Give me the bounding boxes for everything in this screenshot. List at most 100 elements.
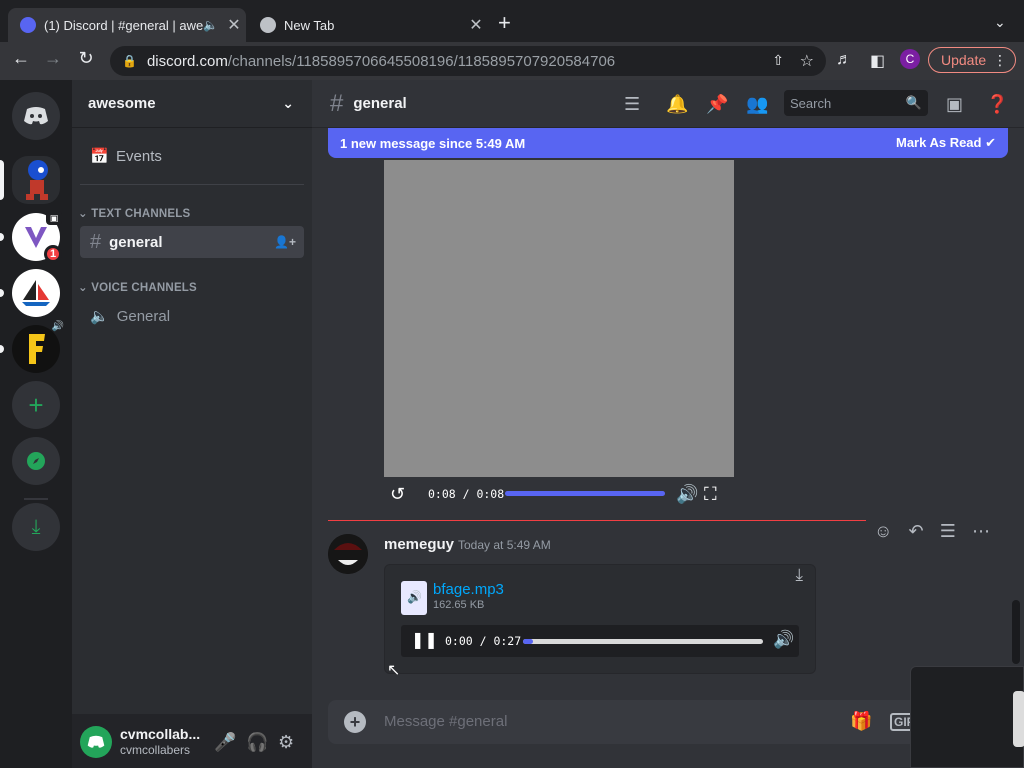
overlay-popup[interactable] [910,666,1024,768]
server-name-header[interactable]: awesome ⌄ [72,80,312,128]
download-apps-icon[interactable]: ⤓ [12,503,60,551]
create-thread-icon[interactable]: ☰ [940,521,956,542]
gift-icon[interactable]: 🎁 [850,711,872,732]
hashtag-icon: # [90,230,102,253]
close-tab-icon[interactable]: ✕ [222,15,246,35]
forward-arrow-icon[interactable]: → [40,48,66,69]
add-server-icon[interactable]: + [12,381,60,429]
tab-search-chevron-icon[interactable]: ⌄ [994,14,1006,31]
fullscreen-icon[interactable]: ⛶ [704,484,717,505]
audio-progress-fill [523,639,533,644]
tab-new-tab[interactable]: New Tab ✕ [250,8,488,42]
video-seek-bar[interactable] [505,491,665,496]
user-panel: cvmcollab... cvmcollabers 🎤 🎧 ⚙ [72,714,312,768]
unread-pill [0,233,4,241]
channel-general[interactable]: # general 👤+ [80,226,304,258]
discord-logo-icon [87,735,105,748]
tab-title: (1) Discord | #general | awe [44,17,204,33]
address-bar[interactable]: 🔒 discord.com/channels/11858957066455081… [110,46,826,76]
browser-menu-icon[interactable]: ⋮ [993,52,1007,69]
username[interactable]: cvmcollab... [120,726,200,742]
inbox-icon[interactable]: ▣ [946,94,963,115]
chat-scrollbar-thumb[interactable] [1012,600,1020,664]
discord-home-icon[interactable] [12,92,60,140]
file-size: 162.65 KB [433,599,485,611]
reload-icon[interactable]: ↻ [73,48,99,69]
pause-icon[interactable]: ❚❚ [411,630,438,650]
share-icon[interactable]: ⇧ [772,52,784,69]
download-icon[interactable]: ⤓ [795,565,803,585]
settings-gear-icon[interactable]: ⚙ [278,732,294,753]
channel-header: # general ☰ 🔔 📌 👥 Search 🔍 ▣ ❓ [312,80,1024,128]
category-voice-channels[interactable]: ⌄ VOICE CHANNELS [78,280,197,294]
side-panel-icon[interactable]: ◧ [870,51,885,71]
speaker-icon[interactable]: 🔈 [203,18,218,32]
add-member-icon[interactable]: 👤+ [274,235,296,249]
more-options-icon[interactable]: ⋯ [972,521,990,542]
discord-favicon-icon [20,17,36,33]
back-arrow-icon[interactable]: ← [8,48,34,69]
audio-attachment: 🔊 bfage.mp3 162.65 KB ⤓ ❚❚ 0:00 / 0:27 🔊 [384,564,816,674]
reply-icon[interactable]: ↶ [909,521,924,542]
lock-icon: 🔒 [122,54,137,68]
message-author[interactable]: memeguy [384,536,454,553]
speaker-icon: 🔈 [90,308,109,325]
user-avatar[interactable] [80,726,112,758]
new-messages-divider [328,520,866,521]
discord-logo-icon [24,107,48,125]
video-progress-fill [505,491,665,496]
file-name-link[interactable]: bfage.mp3 [433,581,504,598]
new-messages-banner[interactable]: 1 new message since 5:49 AM Mark As Read… [328,128,1008,158]
user-status: cvmcollabers [120,743,191,757]
unread-badge: 1 [44,245,62,263]
volume-icon[interactable]: 🔊 [676,484,698,505]
rail-divider [24,498,48,500]
channel-voice-general[interactable]: 🔈 General [80,300,304,332]
bookmark-star-icon[interactable]: ☆ [800,51,814,71]
explore-servers-icon[interactable] [12,437,60,485]
category-text-channels[interactable]: ⌄ TEXT CHANNELS [78,206,190,220]
new-messages-text: 1 new message since 5:49 AM [340,135,526,151]
member-list-icon[interactable]: 👥 [746,94,768,115]
tab-discord[interactable]: (1) Discord | #general | awe 🔈 ✕ [8,8,246,42]
mute-mic-icon[interactable]: 🎤 [214,732,236,753]
video-embed[interactable] [384,160,734,477]
channel-label: general [109,233,163,251]
channel-sidebar: awesome ⌄ 📅 Events ⌄ TEXT CHANNELS # gen… [72,80,312,768]
server-sailboat[interactable] [12,269,60,317]
headphones-icon[interactable]: 🎧 [246,732,268,753]
author-avatar[interactable] [328,534,368,574]
f-logo-icon [29,334,45,364]
notification-bell-icon[interactable]: 🔔 [666,94,688,115]
volume-icon[interactable]: 🔊 [773,630,794,650]
message-hover-toolbar: ☺ ↶ ☰ ⋯ [866,516,998,546]
browser-toolbar: ← → ↻ 🔒 discord.com/channels/11858957066… [0,42,1024,80]
channel-label: General [116,307,171,325]
new-tab-plus-icon[interactable]: + [498,12,511,34]
replay-icon[interactable]: ↺ [390,484,405,505]
server-v[interactable]: 1 ▣ [12,211,62,263]
search-input[interactable]: Search 🔍 [784,90,928,116]
close-tab-icon[interactable]: ✕ [464,15,488,35]
mark-as-read-button[interactable]: Mark As Read ✔ [896,135,996,151]
url-path: /channels/1185895706645508196/1185895707… [227,52,616,70]
audio-seek-bar[interactable] [523,639,763,644]
url-host: discord.com [146,52,228,70]
server-awesome[interactable] [12,156,60,204]
popup-handle[interactable] [1013,691,1024,747]
server-f[interactable]: 🔊 [12,321,64,373]
calendar-icon: 📅 [90,148,109,165]
add-reaction-icon[interactable]: ☺ [874,521,892,542]
attach-plus-icon[interactable]: + [344,711,366,733]
profile-avatar[interactable]: C [900,49,920,69]
mouse-cursor-icon: ↖ [387,662,401,679]
media-queue-icon[interactable]: ♬ [836,51,852,69]
threads-icon[interactable]: ☰ [624,94,640,115]
search-placeholder: Search [790,96,832,111]
message-composer[interactable]: + Message #general 🎁 GIF [328,700,1008,744]
events-item[interactable]: 📅 Events [80,142,304,170]
pin-icon[interactable]: 📌 [706,94,728,115]
chrome-favicon-icon [260,17,276,33]
update-button[interactable]: Update ⋮ [928,47,1016,73]
help-icon[interactable]: ❓ [986,94,1008,115]
